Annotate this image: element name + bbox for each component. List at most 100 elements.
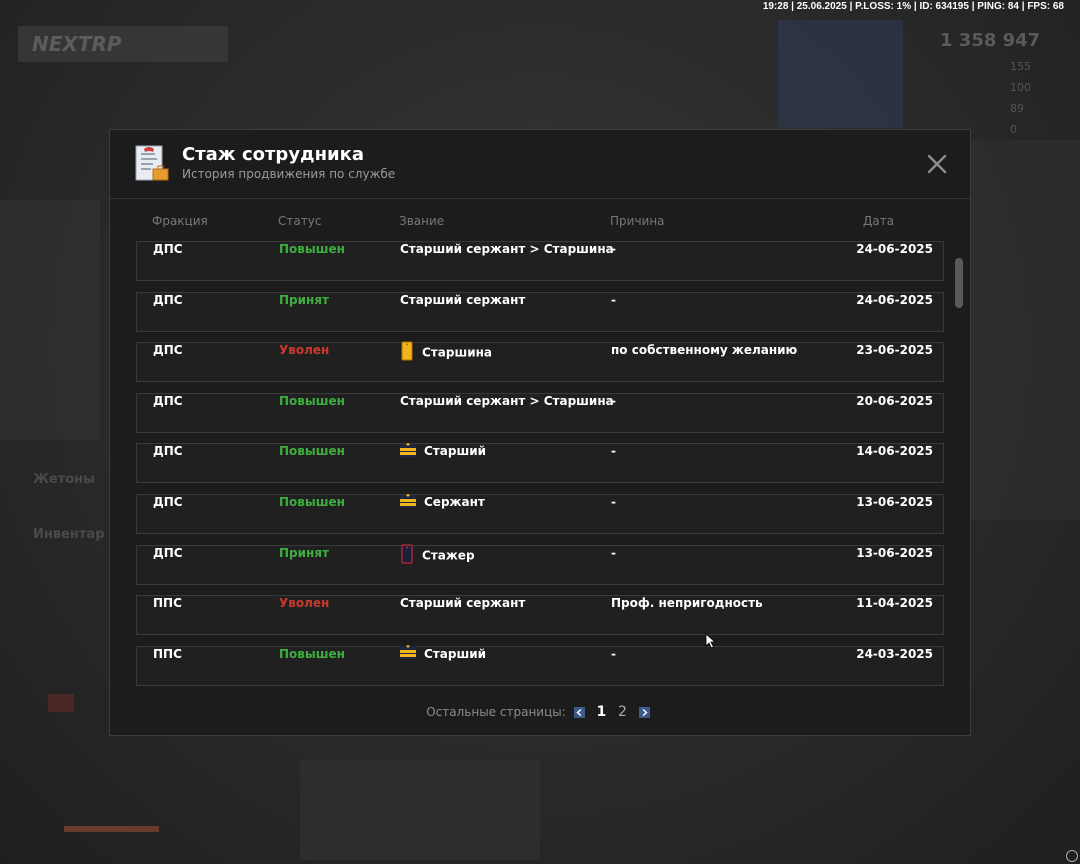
cell-status: Принят (279, 545, 329, 560)
background-panel-right (970, 140, 1080, 520)
cell-rank: Старший сержант (400, 596, 525, 634)
column-header-status: Статус (278, 214, 322, 228)
page-1-button[interactable]: 1 (596, 704, 606, 720)
table-row[interactable]: ДПС Повышен Старший - 14-06-2025 (136, 442, 944, 484)
chevron-left-icon (576, 708, 582, 716)
table-row[interactable]: ДПС Уволен Старшина по собственному желанию… (136, 341, 944, 383)
table-row[interactable]: ППС Повышен Старший - 24-03-2025 (136, 645, 944, 686)
prev-page-button[interactable] (573, 706, 585, 718)
cell-rank-label: Старший сержант > Старшина (400, 242, 614, 256)
background-inventory-grid (300, 760, 540, 860)
cell-date: 20-06-2025 (856, 393, 933, 408)
cell-rank: Старший сержант (400, 293, 525, 331)
cell-rank: Старший сержант > Старшина (400, 394, 614, 432)
cell-reason: по собственному желанию (611, 343, 798, 358)
cell-date: 13-06-2025 (856, 495, 933, 509)
cell-rank-label: Старший (424, 444, 487, 459)
cell-date: 14-06-2025 (856, 444, 933, 459)
column-header-date: Дата (863, 214, 895, 228)
cell-faction: ДПС (153, 444, 183, 459)
cell-reason: - (611, 393, 616, 408)
cell-reason: - (611, 495, 616, 509)
cell-rank-label: Старший (424, 646, 487, 661)
cell-date: 11-04-2025 (856, 596, 933, 611)
background-stat: 155 (1010, 60, 1031, 73)
background-item (48, 694, 74, 712)
table-row[interactable]: ДПС Принят Стажер - 13-06-2025 (136, 543, 944, 585)
cell-rank: Старший сержант > Старшина (400, 242, 614, 280)
pagination-label: Остальные страницы: (426, 705, 566, 719)
cell-reason: - (611, 444, 616, 459)
table-row[interactable]: ДПС Принят Старший сержант - 24-06-2025 (136, 291, 944, 332)
cell-status: Повышен (279, 242, 345, 256)
cell-faction: ППС (153, 646, 182, 661)
cell-rank: Старшина (400, 341, 492, 381)
background-character-card (778, 20, 903, 128)
cell-status: Повышен (279, 646, 345, 661)
cell-rank: Стажер (400, 543, 475, 584)
background-label-tokens: Жетоны (33, 472, 95, 487)
hud-status-line: 19:28 | 25.06.2025 | P.LOSS: 1% | ID: 63… (762, 1, 1064, 12)
cell-rank: Старший (400, 645, 487, 685)
document-icon (135, 145, 169, 181)
modal-header: Стаж сотрудника История продвижения по с… (110, 130, 970, 199)
background-stat: 100 (1010, 81, 1031, 94)
next-page-button[interactable] (638, 706, 650, 718)
cell-rank: Сержант (400, 493, 485, 533)
cell-faction: ДПС (153, 495, 183, 509)
background-logo-banner: NEXTRP (18, 26, 228, 62)
cell-date: 24-06-2025 (856, 242, 933, 256)
modal-subtitle: История продвижения по службе (182, 167, 396, 181)
service-history-modal: Стаж сотрудника История продвижения по с… (109, 129, 971, 736)
cell-faction: ДПС (153, 242, 183, 256)
cell-status: Повышен (279, 444, 345, 459)
table-row[interactable]: ДПС Повышен Старший сержант > Старшина - 20-… (136, 392, 944, 433)
column-header-faction: Фракция (152, 214, 208, 228)
chevron-stripes-icon (400, 645, 416, 660)
close-icon[interactable] (925, 152, 949, 176)
cell-faction: ДПС (153, 545, 183, 560)
cell-rank-label: Сержант (424, 495, 485, 509)
cell-status: Уволен (279, 596, 330, 611)
cell-rank-label: Старший сержант > Старшина (400, 393, 614, 408)
page-2-button[interactable]: 2 (618, 704, 627, 720)
cell-date: 24-06-2025 (856, 292, 933, 307)
table-row[interactable]: ППС Уволен Старший сержант Проф. непригодно… (136, 595, 944, 636)
cell-faction: ППС (153, 596, 182, 611)
cell-rank: Старший (400, 442, 487, 482)
cell-status: Принят (279, 292, 329, 307)
column-header-rank: Звание (399, 214, 445, 228)
cell-reason: - (611, 646, 616, 661)
chevron-right-icon (642, 708, 648, 716)
cell-reason: - (611, 545, 616, 560)
shoulder-strap-dark-icon (401, 543, 413, 564)
cell-rank-label: Старший сержант (400, 596, 526, 611)
chevron-stripes-icon (400, 442, 416, 457)
cell-reason: - (611, 292, 616, 307)
background-bar (64, 826, 159, 832)
cell-rank-label: Стажер (422, 548, 475, 563)
cell-faction: ДПС (153, 393, 183, 408)
column-header-reason: Причина (610, 214, 665, 228)
table-row[interactable]: ДПС Повышен Сержант - 13-06-2025 (136, 493, 944, 534)
cell-status: Повышен (279, 495, 345, 509)
cell-rank-label: Старший сержант (400, 292, 526, 307)
cell-rank-label: Старшина (422, 345, 492, 360)
background-stat: 0 (1010, 123, 1017, 136)
scrollbar-thumb[interactable] (955, 258, 963, 308)
pagination: Остальные страницы: 1 2 (110, 704, 970, 720)
background-logo: NEXTRP (32, 32, 122, 56)
mouse-cursor-icon (705, 633, 717, 649)
cell-date: 13-06-2025 (856, 545, 933, 560)
cell-faction: ДПС (153, 343, 183, 358)
cell-status: Уволен (279, 343, 330, 358)
chevron-stripes-icon (400, 493, 416, 508)
modal-title: Стаж сотрудника (182, 144, 365, 165)
history-list[interactable]: ДПС Повышен Старший сержант > Старшина -24-… (136, 241, 946, 688)
settings-corner-icon[interactable] (1066, 850, 1078, 862)
shoulder-strap-yellow-icon (401, 341, 413, 361)
cell-faction: ДПС (153, 292, 183, 307)
table-row[interactable]: ДПС Повышен Старший сержант > Старшина - 24-… (136, 241, 944, 281)
background-panel (0, 200, 100, 440)
background-money: 1 358 947 (940, 30, 1041, 51)
